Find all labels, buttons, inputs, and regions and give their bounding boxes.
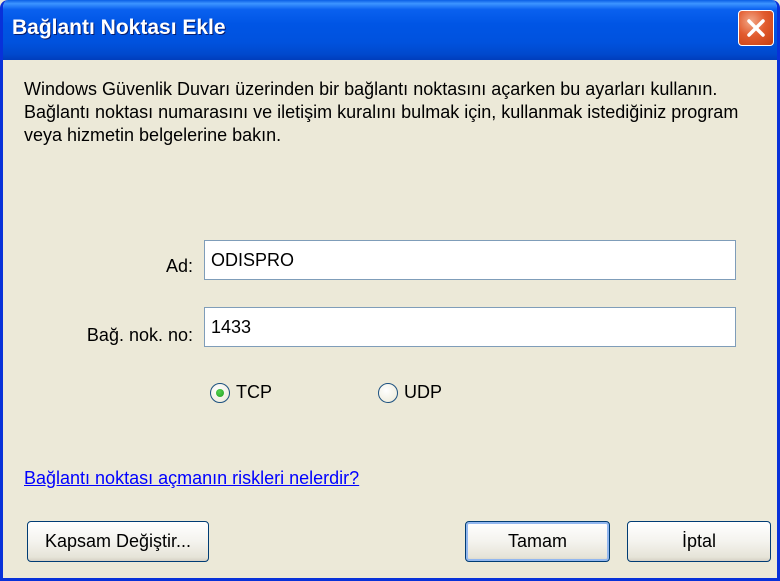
change-scope-button[interactable]: Kapsam Değiştir... bbox=[27, 521, 209, 562]
ok-button[interactable]: Tamam bbox=[465, 521, 610, 562]
radio-tcp-label: TCP bbox=[236, 382, 272, 402]
risks-help-link[interactable]: Bağlantı noktası açmanın riskleri nelerd… bbox=[24, 468, 359, 489]
name-label: Ad: bbox=[165, 256, 193, 276]
port-number-label: Bağ. nok. no: bbox=[86, 325, 193, 345]
instructions-text: Windows Güvenlik Duvarı üzerinden bir ba… bbox=[24, 79, 739, 145]
name-input[interactable] bbox=[204, 240, 736, 280]
title-bar[interactable]: Bağlantı Noktası Ekle bbox=[3, 0, 777, 60]
close-icon bbox=[747, 19, 765, 37]
dialog-title: Bağlantı Noktası Ekle bbox=[12, 16, 226, 39]
radio-tcp[interactable]: TCP bbox=[210, 382, 272, 403]
radio-udp[interactable]: UDP bbox=[378, 382, 442, 403]
close-button[interactable] bbox=[738, 10, 774, 46]
cancel-button[interactable]: İptal bbox=[627, 521, 771, 562]
radio-unselected-icon bbox=[378, 382, 398, 403]
radio-udp-label: UDP bbox=[404, 382, 443, 402]
radio-selected-icon bbox=[210, 382, 230, 403]
port-number-input[interactable] bbox=[204, 307, 736, 347]
dialog-content: Windows Güvenlik Duvarı üzerinden bir ba… bbox=[3, 60, 777, 578]
dialog-window: Bağlantı Noktası Ekle Windows Güvenlik D… bbox=[0, 0, 780, 581]
